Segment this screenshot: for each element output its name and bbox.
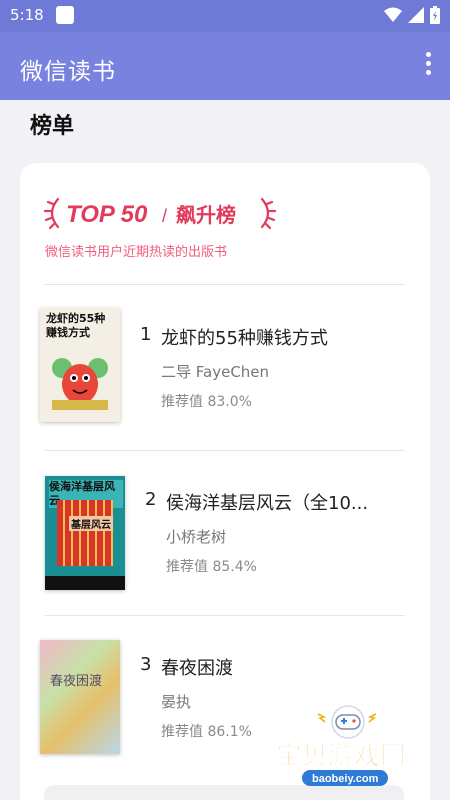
book-author: 小桥老树 [166, 528, 227, 546]
signal-icon [408, 7, 424, 23]
cover-bottom-band [45, 576, 125, 590]
rank-number: 2 [145, 489, 157, 510]
rank-number: 3 [140, 654, 152, 675]
ranking-subtitle: 微信读书用户近期热读的出版书 [45, 245, 228, 260]
book-author: 二导 FayeChen [161, 363, 270, 381]
cover-title-1: 龙虾的55种赚钱方式 [46, 312, 106, 339]
watermark-logo: 宝贝游戏网 baobeiy.com [276, 705, 406, 786]
section-title: 榜单 [30, 114, 75, 139]
book-item-1[interactable]: 龙虾的55种赚钱方式 1 龙虾的55种赚钱方式 二导 FayeChen 推荐值 … [20, 288, 430, 428]
divider [45, 450, 405, 451]
list-name: 飙升榜 [176, 203, 236, 227]
laurel-left-icon [44, 197, 60, 230]
wifi-icon [384, 7, 402, 22]
book-cover-2[interactable]: 侯海洋基层风云 基层风云 [45, 476, 125, 590]
app-bar: 微信读书 [0, 32, 450, 100]
top50-banner: TOP 50 / 飙升榜 [44, 197, 277, 230]
rank-number: 1 [140, 324, 152, 345]
book-cover-3[interactable]: 春夜困渡 [40, 640, 120, 754]
status-icons [384, 6, 440, 24]
book-author: 晏执 [161, 693, 192, 711]
status-bar: 5:18 [0, 0, 450, 32]
cover-book-stack [57, 500, 113, 566]
cover-title-3: 春夜困渡 [50, 674, 103, 689]
book-cover-1[interactable]: 龙虾的55种赚钱方式 [40, 308, 120, 422]
divider [45, 284, 405, 285]
battery-icon [430, 6, 440, 24]
banner-slash: / [162, 206, 167, 226]
app-title: 微信读书 [20, 59, 116, 85]
divider [45, 615, 405, 616]
watermark-brand: 宝贝游戏网 [276, 740, 406, 771]
book-score: 推荐值 85.4% [166, 559, 257, 575]
laurel-right-icon [260, 197, 277, 230]
status-time: 5:18 [10, 6, 44, 24]
more-options-icon[interactable] [420, 52, 436, 80]
book-title[interactable]: 春夜困渡 [161, 654, 233, 680]
gamepad-icon [317, 705, 377, 739]
top50-text: TOP 50 [66, 201, 148, 228]
book-score: 推荐值 83.0% [161, 394, 252, 410]
book-item-2[interactable]: 侯海洋基层风云 基层风云 2 侯海洋基层风云（全10... 小桥老树 推荐值 8… [20, 453, 430, 593]
notification-icon [56, 6, 74, 24]
book-title[interactable]: 龙虾的55种赚钱方式 [161, 324, 328, 350]
book-score: 推荐值 86.1% [161, 724, 252, 740]
lobster-illustration [52, 358, 108, 410]
book-title[interactable]: 侯海洋基层风云（全10... [166, 489, 368, 515]
watermark-url: baobeiy.com [312, 773, 379, 785]
cover-badge-2: 基层风云 [69, 516, 113, 531]
